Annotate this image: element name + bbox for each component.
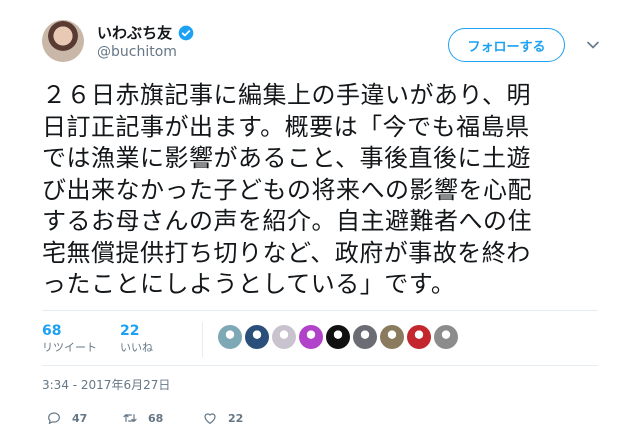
liker-avatars [218, 325, 458, 349]
like-stat-count: 22 [120, 323, 140, 339]
chevron-down-icon[interactable] [586, 38, 600, 52]
retweet-count: 68 [148, 411, 164, 425]
reply-icon [48, 412, 60, 424]
author-display-name[interactable]: いわぶち友 [97, 22, 172, 43]
like-stat[interactable]: 22 いいね [120, 322, 153, 355]
retweet-action[interactable]: 68 [122, 410, 163, 426]
liker-avatar-7[interactable] [380, 325, 404, 349]
like-stat-label: いいね [120, 341, 153, 354]
liker-avatar-4[interactable] [299, 325, 323, 349]
stat-separator [202, 322, 203, 357]
liker-avatar-1[interactable] [218, 325, 242, 349]
liker-avatar-5[interactable] [326, 325, 350, 349]
divider-top [42, 310, 598, 311]
retweet-stat-count: 68 [42, 323, 62, 339]
divider-bottom [42, 365, 598, 366]
heart-icon [204, 413, 216, 424]
tweet-timestamp[interactable]: 3:34 - 2017年6月27日 [42, 376, 170, 393]
liker-avatar-8[interactable] [407, 325, 431, 349]
liker-avatar-2[interactable] [245, 325, 269, 349]
author-avatar[interactable] [42, 20, 84, 62]
retweet-stat-label: リツイート [42, 341, 97, 354]
liker-avatar-6[interactable] [353, 325, 377, 349]
liker-avatar-9[interactable] [434, 325, 458, 349]
like-count: 22 [228, 411, 244, 425]
author-name-row: いわぶち友 [97, 22, 194, 43]
tweet-text: ２６日赤旗記事に編集上の手違いがあり、明 日訂正記事が出ます。概要は「今でも福島… [42, 81, 532, 298]
reply-count: 47 [72, 411, 88, 425]
reply-action[interactable]: 47 [46, 410, 87, 426]
retweet-stat[interactable]: 68 リツイート [42, 322, 97, 355]
retweet-icon [123, 414, 137, 422]
verified-badge-icon [178, 25, 194, 40]
like-action[interactable]: 22 [202, 410, 243, 426]
author-handle[interactable]: @buchitom [97, 44, 177, 60]
liker-avatar-3[interactable] [272, 325, 296, 349]
follow-button[interactable]: フォローする [448, 28, 565, 62]
